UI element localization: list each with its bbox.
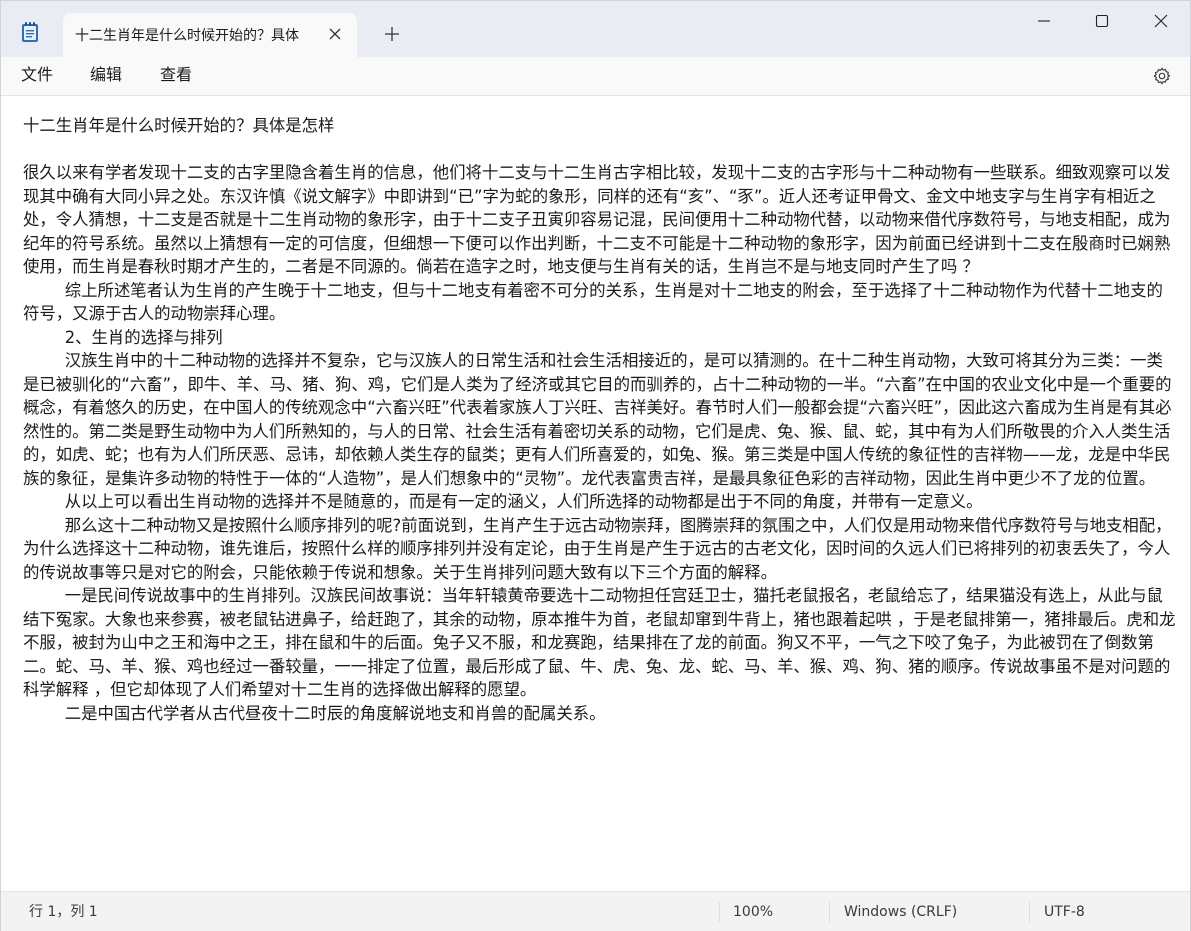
menu-file[interactable]: 文件 bbox=[21, 64, 53, 88]
document-text[interactable]: 十二生肖年是什么时候开始的？具体是怎样 很久以来有学者发现十二支的古字里隐含着生… bbox=[23, 114, 1179, 725]
notepad-window: 十二生肖年是什么时候开始的？具体 文件 编辑 查看 十二生肖年是什么时候开始的？… bbox=[0, 0, 1191, 931]
minimize-button[interactable] bbox=[1015, 1, 1073, 39]
tab-title: 十二生肖年是什么时候开始的？具体 bbox=[75, 28, 299, 44]
status-divider bbox=[829, 902, 830, 922]
text-editor[interactable]: 十二生肖年是什么时候开始的？具体是怎样 很久以来有学者发现十二支的古字里隐含着生… bbox=[1, 96, 1190, 891]
close-window-button[interactable] bbox=[1132, 1, 1190, 39]
status-divider bbox=[1029, 902, 1030, 922]
line-ending[interactable]: Windows (CRLF) bbox=[844, 904, 957, 920]
maximize-button[interactable] bbox=[1073, 1, 1131, 39]
tab-close-icon[interactable] bbox=[325, 24, 345, 44]
new-tab-plus-icon[interactable] bbox=[381, 23, 403, 45]
zoom-level[interactable]: 100% bbox=[733, 904, 773, 920]
menu-edit[interactable]: 编辑 bbox=[90, 64, 122, 88]
close-icon bbox=[1154, 14, 1168, 28]
status-divider bbox=[719, 902, 720, 922]
settings-gear-icon[interactable] bbox=[1151, 65, 1173, 87]
notepad-app-icon bbox=[21, 21, 39, 43]
title-bar[interactable]: 十二生肖年是什么时候开始的？具体 bbox=[1, 1, 1190, 57]
tab-document[interactable]: 十二生肖年是什么时候开始的？具体 bbox=[63, 13, 357, 57]
status-bar: 行 1，列 1 100% Windows (CRLF) UTF-8 bbox=[1, 891, 1190, 931]
cursor-position: 行 1，列 1 bbox=[29, 904, 98, 920]
menu-bar: 文件 编辑 查看 bbox=[1, 57, 1190, 96]
minimize-icon bbox=[1038, 20, 1050, 22]
maximize-icon bbox=[1095, 14, 1109, 28]
encoding[interactable]: UTF-8 bbox=[1044, 904, 1085, 920]
menu-view[interactable]: 查看 bbox=[160, 64, 192, 88]
